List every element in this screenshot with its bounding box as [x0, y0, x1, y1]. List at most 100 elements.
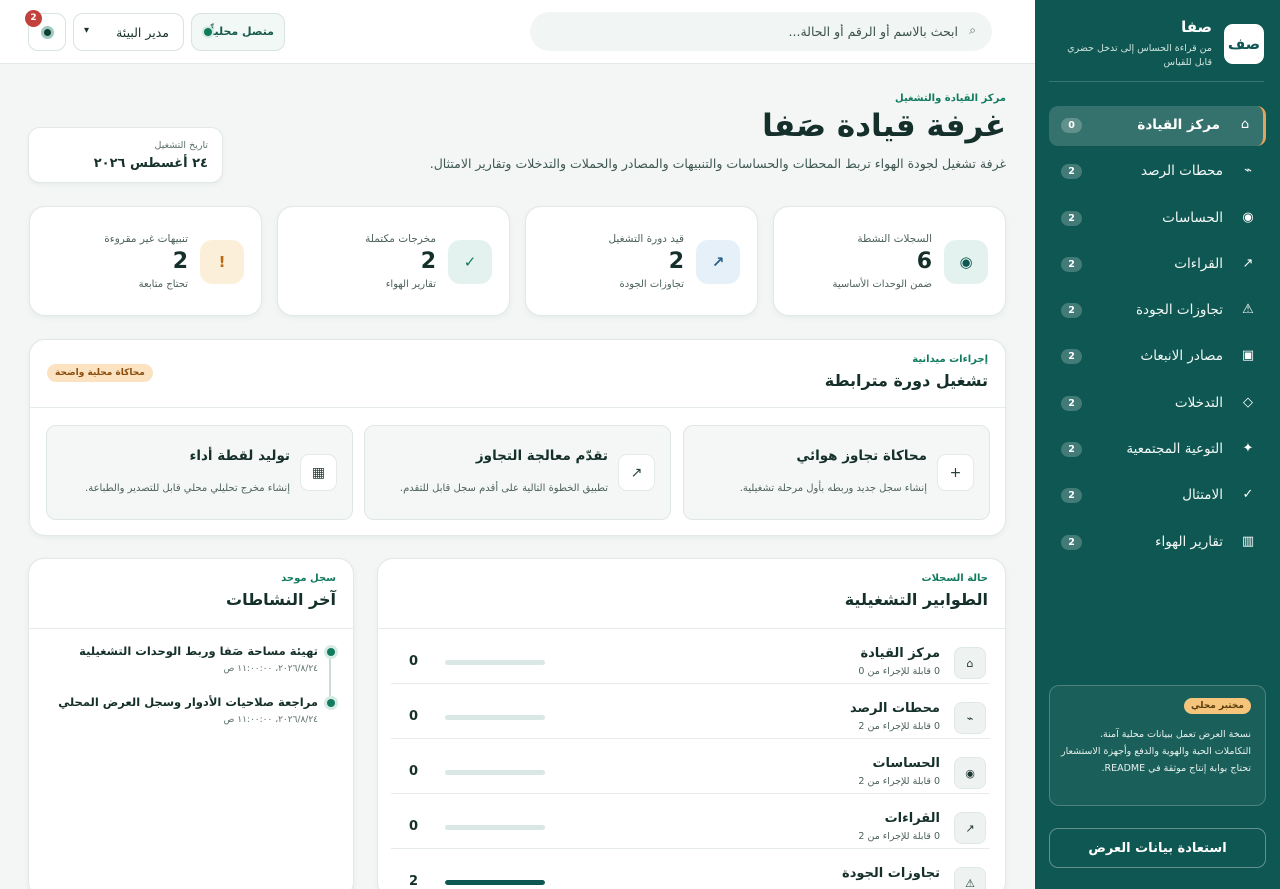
cycle-icon: ↗	[696, 240, 740, 284]
queue-name: الحساسات	[872, 756, 940, 771]
activity-timeline: تهيئة مساحة صَفا وربط الوحدات التشغيلية …	[53, 644, 335, 746]
queue-progress-bar	[445, 825, 545, 830]
queue-value: 2	[409, 874, 419, 889]
queue-name: تجاوزات الجودة	[842, 866, 940, 881]
sidebar-item-label: تقارير الهواء	[1155, 533, 1223, 550]
notification-badge: 2	[25, 10, 42, 27]
queue-progress-bar	[445, 880, 545, 885]
generate-snapshot-card[interactable]: ▦ توليد لقطة أداء إنشاء مخرج تحليلي محلي…	[46, 425, 353, 520]
sidebar-item-command-center[interactable]: ⌂ مركز القيادة 0	[1049, 106, 1266, 146]
sidebar-item-count: 2	[1061, 164, 1082, 180]
action-description: إنشاء مخرج تحليلي محلي قابل للتصدير والط…	[85, 483, 290, 494]
notifications-button[interactable]: 2	[25, 10, 66, 51]
sidebar-item-label: الحساسات	[1162, 209, 1223, 226]
activity-item: تهيئة مساحة صَفا وربط الوحدات التشغيلية …	[53, 644, 335, 695]
status-dot-icon	[204, 28, 212, 36]
brand-logo[interactable]: صف	[1224, 24, 1264, 64]
home-icon: ⌂	[1240, 117, 1250, 132]
stat-value: 2	[172, 249, 188, 274]
action-title: محاكاة تجاوز هوائي	[796, 448, 927, 464]
queue-progress-bar	[445, 770, 545, 775]
role-select[interactable]: مدير البيئة ▾	[73, 13, 184, 51]
queue-value: 0	[409, 764, 419, 779]
snapshot-icon: ▦	[300, 454, 337, 491]
action-description: تطبيق الخطوة التالية على أقدم سجل قابل ل…	[399, 483, 608, 494]
sidebar-item-label: التوعية المجتمعية	[1126, 441, 1223, 458]
queue-actionable: 0 قابلة للإجراء من 0	[858, 666, 940, 677]
sidebar-item-sensors[interactable]: ◉ الحساسات 2	[1049, 199, 1266, 239]
sidebar-item-community-outreach[interactable]: ✦ التوعية المجتمعية 2	[1049, 430, 1266, 470]
stat-value: 2	[420, 249, 436, 274]
field-actions-title: تشغيل دورة مترابطة	[824, 371, 988, 390]
restore-demo-data-button[interactable]: استعادة بيانات العرض	[1049, 828, 1266, 868]
queue-value: 0	[409, 654, 419, 669]
role-select-value: مدير البيئة	[116, 25, 169, 40]
sidebar-item-compliance[interactable]: ✓ الامتثال 2	[1049, 476, 1266, 516]
local-lab-text: نسخة العرض تعمل ببيانات محلية آمنة. التك…	[1061, 729, 1251, 774]
station-icon: ⌁	[1244, 163, 1252, 179]
queue-name: القراءات	[884, 811, 940, 826]
search-input[interactable]	[548, 12, 958, 51]
sidebar-item-count: 2	[1061, 395, 1082, 411]
sidebar-item-count: 2	[1061, 534, 1082, 550]
sidebar-item-emission-sources[interactable]: ▣ مصادر الانبعاث 2	[1049, 337, 1266, 377]
queue-row[interactable]: ⚠ تجاوزات الجودة 2	[391, 849, 990, 889]
station-icon: ⌁	[954, 702, 986, 734]
trend-icon: ↗	[954, 812, 986, 844]
action-title: توليد لقطة أداء	[189, 448, 290, 464]
sidebar-item-label: الامتثال	[1182, 487, 1223, 504]
action-description: إنشاء سجل جديد وربطه بأول مرحلة تشغيلية.	[739, 483, 927, 494]
operation-date-value: ٢٤ أغسطس ٢٠٢٦	[93, 156, 208, 171]
stat-hint: ضمن الوحدات الأساسية	[832, 279, 932, 290]
advance-exceedance-card[interactable]: ↗ تقدّم معالجة التجاوز تطبيق الخطوة التا…	[364, 425, 671, 520]
activity-eyebrow: سجل موحد	[281, 573, 336, 584]
queue-row[interactable]: ↗ القراءات 0 قابلة للإجراء من 2 0	[391, 794, 990, 849]
simulate-exceedance-card[interactable]: + محاكاة تجاوز هوائي إنشاء سجل جديد وربط…	[683, 425, 990, 520]
sensor-icon: ◉	[1242, 209, 1254, 225]
check-icon: ✓	[1242, 487, 1254, 503]
queue-actionable: 0 قابلة للإجراء من 2	[858, 776, 940, 787]
queue-progress-bar	[445, 715, 545, 720]
report-icon: ▥	[1241, 533, 1255, 549]
activity-title: آخر النشاطات	[225, 590, 336, 609]
brand: صف صفا من قراءة الحساس إلى تدخل حضري قاب…	[1049, 18, 1264, 82]
sidebar-item-label: مصادر الانبعاث	[1140, 348, 1224, 365]
divider	[30, 407, 1005, 408]
sidebar-item-count: 2	[1061, 442, 1082, 458]
sidebar-item-stations[interactable]: ⌁ محطات الرصد 2	[1049, 152, 1266, 192]
stat-card-in-cycle: ↗ قيد دورة التشغيل 2 تجاوزات الجودة	[525, 206, 758, 316]
queue-row[interactable]: ⌂ مركز القيادة 0 قابلة للإجراء من 0 0	[391, 629, 990, 684]
sidebar-item-air-reports[interactable]: ▥ تقارير الهواء 2	[1049, 523, 1266, 563]
page-header: مركز القيادة والتشغيل غرفة قيادة صَفا غر…	[366, 93, 1006, 171]
queue-actionable: 0 قابلة للإجراء من 2	[858, 831, 940, 842]
queue-value: 0	[409, 709, 419, 724]
sidebar-item-count: 2	[1061, 210, 1082, 226]
activity-time: ٢٠٢٦/٨/٢٤، ١١:٠٠:٠٠ ص	[223, 715, 319, 725]
field-actions-panel: إجراءات ميدانية تشغيل دورة مترابطة محاكا…	[29, 339, 1006, 536]
queues-eyebrow: حالة السجلات	[921, 573, 988, 584]
sidebar-item-label: مركز القيادة	[1137, 117, 1220, 133]
stat-value: 2	[668, 249, 684, 274]
sidebar-item-quality-exceedances[interactable]: ⚠ تجاوزات الجودة 2	[1049, 291, 1266, 331]
home-icon: ⌂	[954, 647, 986, 679]
search-box[interactable]: ⌕	[530, 12, 992, 51]
operation-date-caption: تاريخ التشغيل	[154, 140, 208, 151]
completed-icon: ✓	[448, 240, 492, 284]
stat-card-active-records: ◉ السجلات النشطة 6 ضمن الوحدات الأساسية	[773, 206, 1006, 316]
operational-queues-panel: حالة السجلات الطوابير التشغيلية ⌂ مركز ا…	[377, 558, 1006, 889]
activity-item: مراجعة صلاحيات الأدوار وسجل العرض المحلي…	[53, 695, 335, 746]
warning-icon: ⚠	[954, 867, 986, 889]
local-lab-badge: مختبر محلي	[1184, 698, 1251, 714]
plus-icon: +	[937, 454, 974, 491]
sidebar-item-readings[interactable]: ↗ القراءات 2	[1049, 245, 1266, 285]
sidebar: صف صفا من قراءة الحساس إلى تدخل حضري قاب…	[1035, 0, 1280, 889]
sidebar-item-interventions[interactable]: ◇ التدخلات 2	[1049, 384, 1266, 424]
sidebar-item-label: القراءات	[1174, 255, 1223, 272]
queue-row[interactable]: ◉ الحساسات 0 قابلة للإجراء من 2 0	[391, 739, 990, 794]
active-records-icon: ◉	[944, 240, 988, 284]
connection-status-button[interactable]: متصل محلياً	[191, 13, 285, 51]
sidebar-item-label: تجاوزات الجودة	[1135, 302, 1223, 319]
queue-row[interactable]: ⌁ محطات الرصد 0 قابلة للإجراء من 2 0	[391, 684, 990, 739]
sidebar-item-count: 2	[1061, 349, 1082, 365]
activity-header: سجل موحد آخر النشاطات	[226, 573, 336, 609]
